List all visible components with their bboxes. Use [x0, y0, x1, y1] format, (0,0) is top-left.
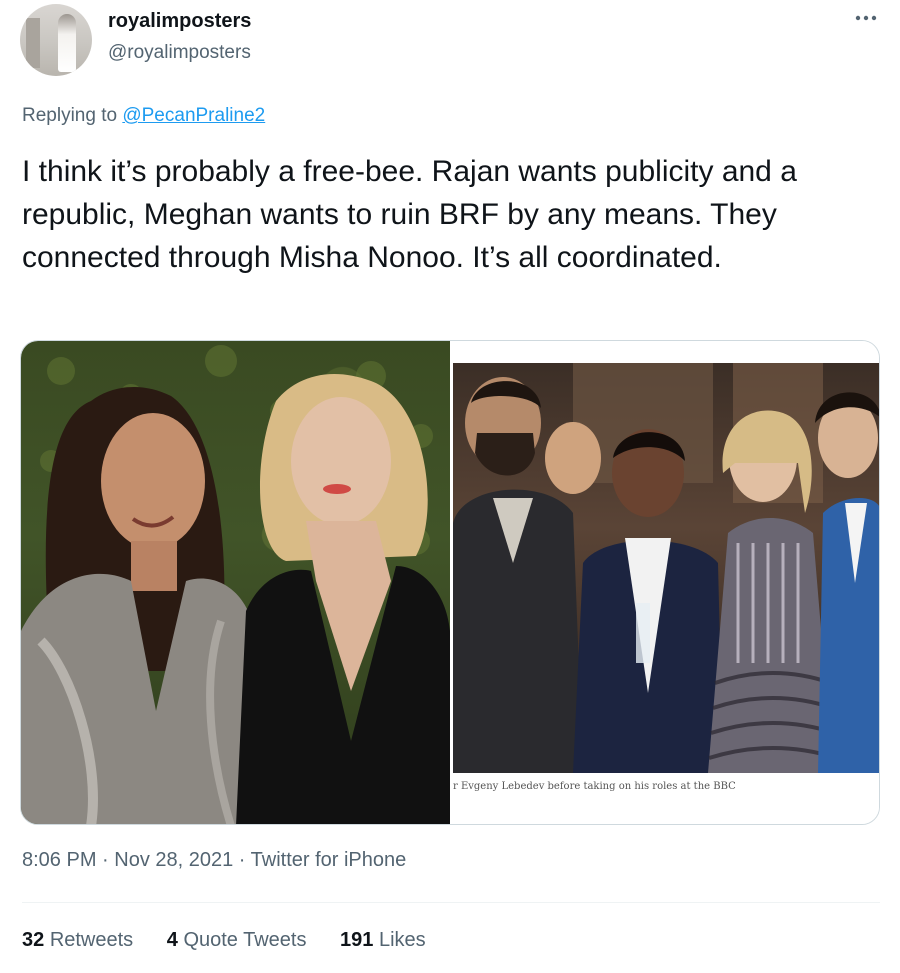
retweets-stat[interactable]: 32 Retweets [22, 929, 133, 951]
avatar-background [26, 18, 40, 68]
likes-stat[interactable]: 191 Likes [340, 929, 426, 951]
media-grid: r Evgeny Lebedev before taking on his ro… [20, 340, 880, 825]
tweet: royalimposters @royalimposters Replying … [0, 0, 900, 973]
photo-left[interactable] [21, 341, 450, 824]
more-icon[interactable] [852, 10, 880, 30]
likes-count: 191 [340, 929, 374, 951]
tweet-text: I think it’s probably a free-bee. Rajan … [22, 155, 797, 274]
replying-to: Replying to @PecanPraline2 [22, 105, 265, 127]
photo-caption: r Evgeny Lebedev before taking on his ro… [453, 781, 736, 792]
quote-tweets-count: 4 [166, 929, 178, 951]
likes-label: Likes [378, 929, 426, 951]
photo-right-scene [453, 363, 879, 773]
author-handle[interactable]: @royalimposters [108, 42, 251, 64]
reply-mention-link[interactable]: @PecanPraline2 [122, 105, 265, 126]
replying-to-label: Replying to [22, 105, 118, 126]
avatar-figure [58, 14, 76, 72]
avatar[interactable] [20, 4, 92, 76]
quote-tweets-label: Quote Tweets [183, 929, 307, 951]
divider [22, 902, 880, 903]
engagement-stats: 32 Retweets 4 Quote Tweets 191 Likes [22, 929, 454, 952]
author-display-name[interactable]: royalimposters [108, 10, 251, 33]
retweets-count: 32 [22, 929, 45, 951]
retweets-label: Retweets [49, 929, 134, 951]
photo-right[interactable]: r Evgeny Lebedev before taking on his ro… [453, 341, 879, 824]
tweet-timestamp[interactable]: 8:06 PM · Nov 28, 2021 · Twitter for iPh… [22, 849, 406, 872]
quote-tweets-stat[interactable]: 4 Quote Tweets [167, 929, 307, 951]
